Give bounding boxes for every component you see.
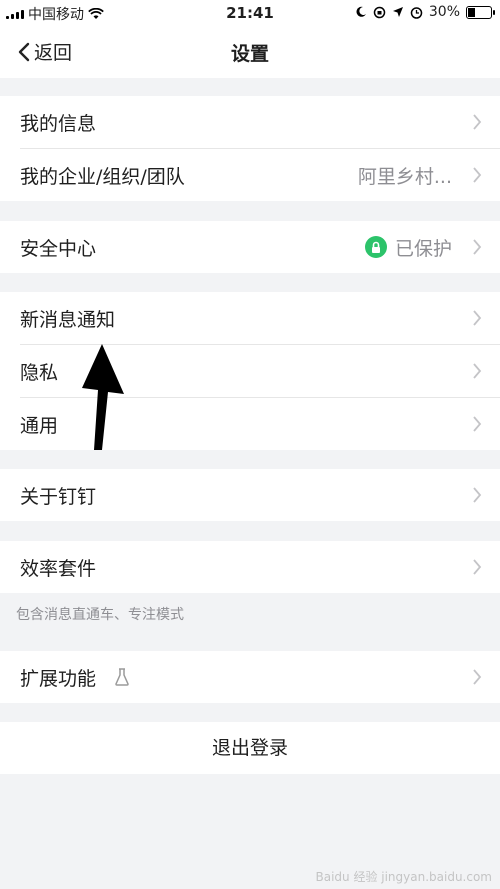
chevron-right-icon [473,559,482,575]
status-bar: 中国移动 21:41 30% [0,0,500,26]
lock-icon [364,236,387,258]
settings-group-about: 关于钉钉 [0,469,500,521]
row-general[interactable]: 通用 [0,398,500,450]
chevron-right-icon [473,487,482,503]
moon-icon [356,6,366,17]
row-label: 新消息通知 [20,308,116,331]
chevron-right-icon [473,114,482,130]
row-value: 阿里乡村... [357,165,452,188]
row-label: 隐私 [20,361,59,384]
logout-button[interactable]: 退出登录 [0,722,500,774]
row-about-dingtalk[interactable]: 关于钉钉 [0,469,500,521]
settings-group-account: 我的信息 我的企业/组织/团队 阿里乡村... [0,96,500,201]
settings-group-extensions: 扩展功能 [0,651,500,703]
row-my-info[interactable]: 我的信息 [0,96,500,148]
flask-icon [115,668,129,686]
page-title: 设置 [230,43,269,65]
row-security-center[interactable]: 安全中心 已保护 [0,221,500,273]
row-label: 扩展功能 [20,667,97,690]
row-extensions[interactable]: 扩展功能 [0,651,500,703]
chevron-right-icon [473,416,482,432]
efficiency-hint: 包含消息直通车、专注模式 [16,607,184,623]
row-new-message-notification[interactable]: 新消息通知 [0,292,500,344]
row-efficiency-suite[interactable]: 效率套件 [0,541,500,593]
chevron-right-icon [473,363,482,379]
row-label: 关于钉钉 [20,485,97,508]
alarm-icon [410,6,423,19]
security-status: 已保护 [364,234,452,261]
chevron-right-icon [473,167,482,183]
row-privacy[interactable]: 隐私 [0,345,500,397]
chevron-right-icon [473,310,482,326]
row-label: 安全中心 [20,237,97,260]
battery-percent: 30% [428,4,460,20]
settings-group-security: 安全中心 已保护 [0,221,500,273]
row-label: 我的企业/组织/团队 [20,165,185,188]
row-label: 我的信息 [20,112,97,135]
rotation-lock-icon [373,6,386,18]
row-label: 效率套件 [20,557,97,580]
annotation-arrow [82,344,124,450]
row-my-organization[interactable]: 我的企业/组织/团队 阿里乡村... [0,149,500,201]
baidu-watermark: Baidu 经验 jingyan.baidu.com [315,870,492,884]
security-status-label: 已保护 [394,237,452,260]
settings-group-general: 新消息通知 隐私 通用 [0,292,500,450]
location-icon [392,7,403,17]
row-label: 通用 [20,414,59,437]
settings-group-efficiency: 效率套件 [0,541,500,593]
chevron-right-icon [473,239,482,255]
nav-bar: 返回 设置 [0,26,500,78]
chevron-right-icon [473,669,482,685]
battery-icon [466,5,495,19]
